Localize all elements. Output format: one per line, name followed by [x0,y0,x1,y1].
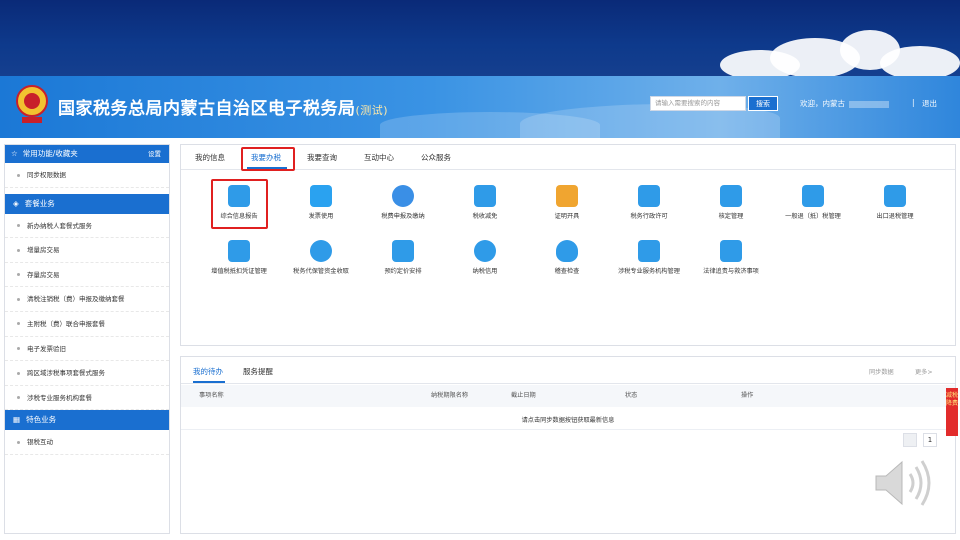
tab-public-service[interactable]: 公众服务 [421,152,451,163]
sidebar-item-bank-tax[interactable]: 银税互动 [5,430,169,455]
package-header: ◈ 套餐业务 [5,193,169,214]
todo-panel: 我的待办 服务提醒 同步数据 更多> 事项名称 纳税期限名称 截止日期 状态 操… [180,356,956,534]
invoice-icon [310,185,332,207]
search-button[interactable]: 搜索 [748,96,778,111]
todo-table-header: 事项名称 纳税期限名称 截止日期 状态 操作 [181,385,955,407]
approval-icon [720,185,742,207]
column-header: 操作 [741,392,754,399]
grid-icon: ▦ [13,415,21,425]
func-fund-custody[interactable]: 税务代保管资金收取 [288,240,354,276]
refund-icon [802,185,824,207]
sidebar-item-service-agency[interactable]: 涉税专业服务机构套餐 [5,386,169,411]
tax-emblem-icon [16,85,48,123]
tab-highlight-box [241,147,295,171]
sidebar-item-joint-declaration[interactable]: 主附税（费）联合申报套餐 [5,312,169,337]
package-icon: ◈ [13,198,19,208]
favorites-settings-link[interactable]: 设置 [148,145,161,163]
func-legal-remedy[interactable]: 法律追责与救济事项 [698,240,764,276]
relief-icon [474,185,496,207]
bullet-icon [17,273,20,277]
voucher-icon [228,240,250,262]
bullet-icon [17,440,20,444]
calendar-icon [392,240,414,262]
bullet-icon [17,224,20,228]
column-header: 事项名称 [199,392,224,399]
column-header: 纳税期限名称 [431,392,469,399]
star-icon: ☆ [11,149,18,158]
tab-query[interactable]: 我要查询 [307,152,337,163]
welcome-text: 欢迎，内蒙古 [800,98,893,109]
pager-page-number[interactable]: 1 [923,433,937,447]
agency-icon [638,240,660,262]
bullet-icon [17,297,20,301]
tasks-panel: 我的信息 我要办税 我要查询 互动中心 公众服务 综合信息报告 发票使用 税费申… [180,144,956,346]
tab-my-todo[interactable]: 我的待办 [193,366,223,377]
header-divider: | [912,98,915,107]
func-inspection[interactable]: 稽查检查 [534,240,600,276]
bullet-icon [17,347,20,351]
fund-icon [310,240,332,262]
todo-divider [181,383,955,384]
slide-banner [0,0,960,76]
func-invoice-use[interactable]: 发票使用 [288,185,354,221]
tax-cut-float-button[interactable]: 减税降费 [946,388,958,436]
func-tax-relief[interactable]: 税收减免 [452,185,518,221]
folder-icon [556,185,578,207]
sidebar-item-existing-housing[interactable]: 存量房交易 [5,263,169,288]
empty-message: 请点击同步数据按钮获取最新信息 [521,417,615,424]
func-highlight-box [211,179,268,229]
func-approval-mgmt[interactable]: 核定管理 [698,185,764,221]
tab-service-reminder[interactable]: 服务提醒 [243,366,273,377]
speaker-icon [875,460,931,506]
sidebar-item-e-invoice-check[interactable]: 电子发票验旧 [5,337,169,362]
logout-link[interactable]: 退出 [922,98,937,109]
sync-data-link[interactable]: 同步数据 [869,367,894,376]
tab-my-info[interactable]: 我的信息 [195,152,225,163]
shield-icon [556,240,578,262]
func-tax-declaration[interactable]: 税费申报及缴纳 [370,185,436,221]
column-header: 截止日期 [511,392,536,399]
table-row-divider [181,429,955,430]
bullet-icon [17,396,20,400]
search-input[interactable]: 请输入需要搜索的内容 [650,96,746,111]
sidebar-item-deregistration[interactable]: 清税注销税（费）申报及缴纳套餐 [5,287,169,312]
bullet-icon [17,173,20,177]
tab-interaction[interactable]: 互动中心 [364,152,394,163]
func-refund-mgmt[interactable]: 一般退（抵）税管理 [780,185,846,221]
bullet-icon [17,322,20,326]
func-admin-license[interactable]: 税务行政许可 [616,185,682,221]
sidebar-item-cross-region[interactable]: 跨区域涉税事项套餐式服务 [5,361,169,386]
func-pricing-arrangement[interactable]: 预约定价安排 [370,240,436,276]
more-link[interactable]: 更多> [915,367,933,376]
license-icon [638,185,660,207]
func-certificate[interactable]: 证明开具 [534,185,600,221]
cloud-shape [880,46,960,76]
func-export-refund[interactable]: 出口退税管理 [862,185,928,221]
credit-icon [474,240,496,262]
sidebar-item-incremental-housing[interactable]: 增量房交易 [5,238,169,263]
column-header: 状态 [625,392,638,399]
special-header: ▦ 特色业务 [5,410,169,431]
book-icon [720,240,742,262]
func-agency-mgmt[interactable]: 涉税专业服务机构管理 [616,240,682,276]
export-icon [884,185,906,207]
pager-prev-button[interactable] [903,433,917,447]
func-vat-deduction[interactable]: 增值税抵扣凭证管理 [206,240,272,276]
site-title: 国家税务总局内蒙古自治区电子税务局(测试) [58,99,389,119]
masked-user-name [849,100,889,108]
favorites-header: ☆ 常用功能/收藏夹 设置 [5,145,169,163]
sidebar-item-sync-permissions[interactable]: 同步权限数据 [5,163,169,188]
bullet-icon [17,371,20,375]
sidebar: ☆ 常用功能/收藏夹 设置 同步权限数据 ◈ 套餐业务 新办纳税人套餐式服务 增量房… [4,144,170,534]
main-tabs: 我的信息 我要办税 我要查询 互动中心 公众服务 [181,145,955,171]
func-tax-credit[interactable]: 纳税信用 [452,240,518,276]
declaration-icon [392,185,414,207]
sidebar-item-new-taxpayer[interactable]: 新办纳税人套餐式服务 [5,214,169,239]
bullet-icon [17,248,20,252]
